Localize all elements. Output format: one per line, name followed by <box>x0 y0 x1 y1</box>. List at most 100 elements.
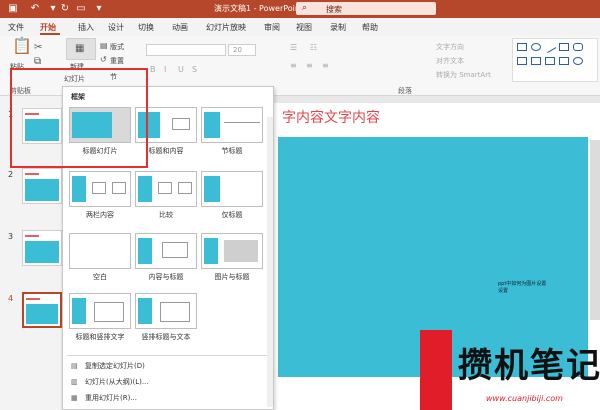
layout-label: 空白 <box>93 273 107 281</box>
oval-shape-icon[interactable] <box>531 43 541 51</box>
layout-content-with-caption[interactable]: 内容与标题 <box>135 233 197 282</box>
new-slide-button[interactable]: ▦ <box>66 38 96 60</box>
align-text-label[interactable]: 对齐文本 <box>436 56 464 66</box>
slide-caption[interactable]: ppt中如何为图片设置 设置 <box>498 281 558 295</box>
strikethrough-icon[interactable]: S <box>192 64 197 76</box>
outline-icon: ▥ <box>71 378 78 386</box>
title-bar: ▣ ↶ ▾ ↻ ▭ ▾ 演示文稿1 - PowerPoint ⌕ 搜索 <box>0 0 600 18</box>
slide-title[interactable]: 字内容文字内容 <box>282 107 380 127</box>
layout-label: 内容与标题 <box>148 273 184 281</box>
underline-icon[interactable]: U <box>178 64 184 76</box>
font-size-value: 20 <box>233 46 242 54</box>
smartart-label[interactable]: 转换为 SmartArt <box>436 70 491 80</box>
numbering-icon[interactable]: ☷ <box>310 42 317 54</box>
tab-slideshow[interactable]: 幻灯片放映 <box>206 22 246 33</box>
align-right-icon[interactable]: ≡ <box>322 60 329 72</box>
tab-view[interactable]: 视图 <box>296 22 312 33</box>
reset-label[interactable]: 重置 <box>110 56 124 66</box>
active-tab-indicator <box>40 33 60 35</box>
slide-caption-line: ppt中如何为图片设置 <box>498 281 547 287</box>
watermark-text: 攒机笔记 <box>458 346 600 386</box>
rectangle-shape-icon[interactable] <box>517 43 527 51</box>
font-size-field[interactable]: 20 <box>228 44 256 56</box>
star-shape-icon[interactable] <box>545 57 555 65</box>
reuse-icon: ▦ <box>71 394 78 402</box>
align-left-icon[interactable]: ≡ <box>290 60 297 72</box>
slides-from-outline-command[interactable]: ▥ 幻灯片(从大纲)(L)... <box>71 377 149 387</box>
layout-comparison[interactable]: 比较 <box>135 171 197 220</box>
search-box[interactable]: ⌕ 搜索 <box>296 2 436 15</box>
layout-title-only[interactable]: 仅标题 <box>201 171 263 220</box>
layout-title-and-vertical-text[interactable]: 标题和竖排文字 <box>69 293 131 342</box>
shapes-gallery[interactable] <box>512 38 598 82</box>
triangle-shape-icon[interactable] <box>517 57 527 65</box>
layout-label: 图片与标题 <box>214 273 250 281</box>
line-shape-icon[interactable] <box>543 41 557 53</box>
reset-icon[interactable]: ↺ <box>100 54 107 66</box>
layout-label: 仅标题 <box>221 211 243 219</box>
highlight-annotation-box <box>10 68 148 168</box>
layout-label: 比较 <box>159 211 173 219</box>
thumbnail-number: 4 <box>8 294 14 303</box>
layout-label: 节标题 <box>221 147 243 155</box>
tab-help[interactable]: 帮助 <box>362 22 378 33</box>
tab-home[interactable]: 开始 <box>40 22 56 33</box>
watermark-logo-icon <box>420 330 452 410</box>
tab-file[interactable]: 文件 <box>8 22 24 33</box>
textbox-shape-icon[interactable] <box>559 43 569 51</box>
search-icon: ⌕ <box>302 3 308 13</box>
vertical-scrollbar[interactable] <box>590 140 600 320</box>
customize-toolbar-icon[interactable]: ▾ <box>92 2 106 16</box>
layout-picture-with-caption[interactable]: 图片与标题 <box>201 233 263 282</box>
slide-thumbnail[interactable] <box>22 230 62 266</box>
tab-animations[interactable]: 动画 <box>172 22 188 33</box>
new-slide-icon: ▦ <box>75 43 85 54</box>
layout-two-content[interactable]: 两栏内容 <box>69 171 131 220</box>
font-name-field[interactable] <box>146 44 226 56</box>
tab-record[interactable]: 录制 <box>330 22 346 33</box>
ribbon-tab-bar: 文件 开始 插入 设计 切换 动画 幻灯片放映 审阅 视图 录制 帮助 <box>0 18 600 36</box>
layout-blank[interactable]: 空白 <box>69 233 131 282</box>
thumbnail-number: 2 <box>8 170 14 179</box>
italic-icon[interactable]: I <box>164 64 166 76</box>
slide-thumbnail-selected[interactable] <box>22 292 62 328</box>
bold-icon[interactable]: B <box>150 64 156 76</box>
paragraph-group-label: 段落 <box>398 87 412 95</box>
align-center-icon[interactable]: ≡ <box>306 60 313 72</box>
command-label: 复制选定幻灯片(D) <box>85 362 145 370</box>
slide-caption-line: 设置 <box>498 288 509 294</box>
panel-separator <box>67 355 271 356</box>
command-label: 幻灯片(从大纲)(L)... <box>85 378 149 386</box>
thumbnail-number: 3 <box>8 232 14 241</box>
search-label: 搜索 <box>326 5 342 14</box>
paste-icon[interactable]: 📋 <box>12 38 32 54</box>
layout-label[interactable]: 版式 <box>110 42 124 52</box>
save-icon[interactable]: ▣ <box>6 2 20 16</box>
tab-design[interactable]: 设计 <box>108 22 124 33</box>
tab-transitions[interactable]: 切换 <box>138 22 154 33</box>
watermark: 攒机笔记 www.cuanjibiji.com <box>420 330 600 410</box>
tab-insert[interactable]: 插入 <box>78 22 94 33</box>
arrow-shape-icon[interactable] <box>531 57 541 65</box>
document-title: 演示文稿1 - PowerPoint <box>214 4 304 13</box>
slide-thumbnail[interactable] <box>22 168 62 204</box>
layout-vertical-title-and-text[interactable]: 竖排标题与文本 <box>135 293 197 342</box>
brace-shape-icon[interactable] <box>559 57 569 65</box>
rounded-rect-shape-icon[interactable] <box>573 43 583 51</box>
layout-icon[interactable]: ▤ <box>100 40 108 52</box>
bullets-icon[interactable]: ☰ <box>290 42 297 54</box>
tab-review[interactable]: 审阅 <box>264 22 280 33</box>
presentation-icon[interactable]: ▭ <box>74 2 88 16</box>
duplicate-icon: ▤ <box>71 362 78 370</box>
undo-icon[interactable]: ↶ <box>28 2 42 16</box>
cut-icon[interactable]: ✂ <box>34 42 42 54</box>
copy-icon[interactable]: ⧉ <box>34 56 41 68</box>
duplicate-slide-command[interactable]: ▤ 复制选定幻灯片(D) <box>71 361 145 371</box>
text-direction-label[interactable]: 文字方向 <box>436 42 464 52</box>
reuse-slides-command[interactable]: ▦ 重用幻灯片(R)... <box>71 393 137 403</box>
panel-scrollbar[interactable] <box>267 117 273 407</box>
circle-shape-icon[interactable] <box>573 57 583 65</box>
redo-icon[interactable]: ↻ <box>58 2 72 16</box>
layout-label: 竖排标题与文本 <box>141 333 191 341</box>
layout-section-header[interactable]: 节标题 <box>201 107 263 156</box>
